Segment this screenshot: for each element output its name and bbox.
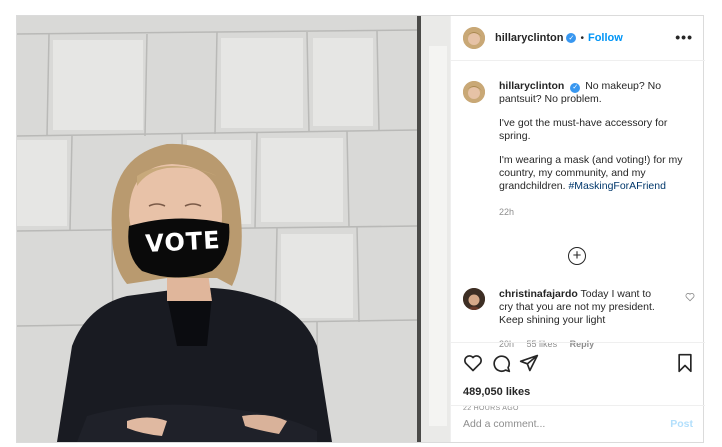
post-comment-button[interactable]: Post [670, 418, 693, 430]
caption-body: hillaryclinton ✓ No makeup? No pantsuit?… [499, 80, 685, 219]
comment-icon[interactable] [491, 353, 511, 376]
load-more-comments-button[interactable]: + [568, 247, 586, 265]
action-icons [463, 353, 695, 377]
post-header: hillaryclinton ✓ • Follow ••• [451, 16, 705, 61]
caption-username[interactable]: hillaryclinton [499, 80, 564, 92]
add-comment-bar: Post [451, 405, 705, 442]
caption-paragraph-3: I'm wearing a mask (and voting!) for my … [499, 154, 685, 193]
caption-timestamp: 22h [499, 207, 515, 217]
heart-icon[interactable] [463, 353, 483, 376]
follow-button[interactable]: Follow [588, 32, 623, 44]
header-username[interactable]: hillaryclinton [495, 32, 563, 44]
caption-avatar[interactable] [463, 81, 485, 103]
more-options-icon[interactable]: ••• [675, 30, 693, 44]
separator-dot: • [580, 32, 584, 44]
commenter-avatar[interactable] [463, 288, 485, 310]
hashtag-link[interactable]: #MaskingForAFriend [568, 180, 665, 192]
heart-outline-icon[interactable] [685, 292, 695, 305]
post-image [17, 16, 450, 442]
plus-circle-icon: + [572, 247, 582, 264]
post-details-panel: hillaryclinton ✓ • Follow ••• hillarycli… [450, 16, 705, 442]
post-caption: hillaryclinton ✓ No makeup? No pantsuit?… [463, 80, 693, 219]
commenter-username[interactable]: christinafajardo [499, 288, 578, 300]
caption-paragraph-2: I've got the must-have accessory for spr… [499, 117, 668, 142]
author-avatar[interactable] [463, 27, 485, 49]
verified-badge-icon: ✓ [566, 33, 577, 43]
post-photo[interactable]: VOTE [17, 16, 450, 442]
likes-count[interactable]: 489,050 likes [463, 386, 530, 398]
caption-first-line: hillaryclinton ✓ No makeup? No pantsuit?… [499, 80, 685, 106]
paper-plane-icon[interactable] [519, 353, 539, 376]
comments-section: hillaryclinton ✓ No makeup? No pantsuit?… [451, 62, 705, 352]
instagram-post: VOTE hillaryclinton ✓ • Follow ••• hilla… [16, 15, 705, 443]
bookmark-icon[interactable] [675, 353, 695, 376]
mask-vote-text: VOTE [144, 226, 222, 258]
verified-badge-icon: ✓ [570, 82, 581, 93]
comment-input[interactable] [463, 418, 671, 430]
